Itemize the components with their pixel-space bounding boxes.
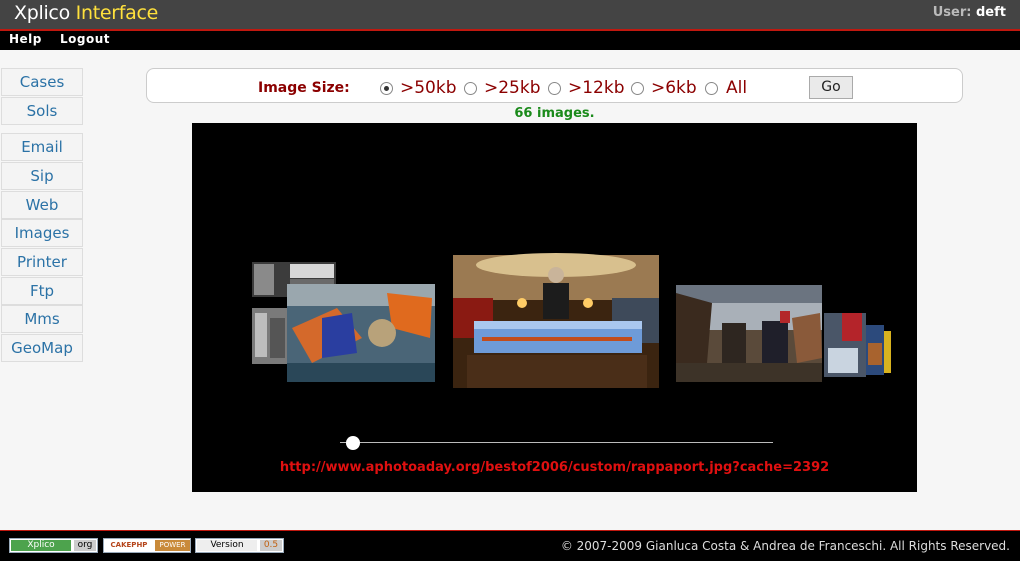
top-menu: Help Logout [0,31,1020,50]
go-button[interactable]: Go [809,76,853,99]
user-label: User: [932,5,972,20]
cakephp-badge-text: CAKEPHP [105,540,153,551]
image-size-filter: Image Size: >50kb >25kb >12kb >6kb All G… [146,68,963,103]
carousel-slider-handle[interactable] [346,436,360,450]
cakephp-badge-power: POWER [155,540,190,551]
radio-label-50kb[interactable]: >50kb [400,78,457,98]
sidebar-item-geomap[interactable]: GeoMap [1,334,83,362]
xplico-badge-text: Xplico [11,540,71,551]
image-size-label: Image Size: [258,80,350,96]
current-image-url[interactable]: http://www.aphotoaday.org/bestof2006/cus… [192,460,917,475]
copyright-text: © 2007-2009 Gianluca Costa & Andrea de F… [560,539,1010,553]
radio-50kb[interactable] [380,82,393,95]
radio-6kb[interactable] [631,82,644,95]
thumbnail-casket[interactable] [453,253,659,388]
carousel-slider-track[interactable] [340,442,773,443]
thumbnail-far-right-2[interactable] [866,325,884,375]
radio-25kb[interactable] [464,82,477,95]
sidebar-item-web[interactable]: Web [1,191,83,219]
xplico-badge-org: org [74,540,96,551]
app-header: Xplico Interface User: deft [0,0,1020,29]
xplico-org-badge[interactable]: Xplico org [9,538,98,553]
logout-link[interactable]: Logout [60,32,110,46]
sidebar-item-sols[interactable]: Sols [1,97,83,125]
user-name: deft [976,5,1006,20]
sidebar-item-sip[interactable]: Sip [1,162,83,190]
radio-all[interactable] [705,82,718,95]
app-logo: Xplico Interface [14,2,158,24]
sidebar-item-printer[interactable]: Printer [1,248,83,276]
sidebar-item-email[interactable]: Email [1,133,83,161]
user-info: User: deft [933,5,1006,20]
logo-accent-text: Interface [75,2,159,24]
sidebar-item-ftp[interactable]: Ftp [1,277,83,305]
image-count: 66 images. [514,106,595,121]
app-footer: Xplico org CAKEPHP POWER Version 0.5 © 2… [0,531,1020,561]
image-carousel [252,253,891,388]
cakephp-power-badge[interactable]: CAKEPHP POWER [103,538,191,553]
radio-label-6kb[interactable]: >6kb [651,78,697,98]
logo-main-text: Xplico [14,2,70,24]
thumbnail-far-left-bottom[interactable] [252,308,288,364]
version-badge-number: 0.5 [260,540,282,551]
sidebar-item-cases[interactable]: Cases [1,68,83,96]
thumbnail-fishing-boat[interactable] [287,284,435,382]
radio-12kb[interactable] [548,82,561,95]
sidebar-item-mms[interactable]: Mms [1,305,83,333]
sidebar-item-images[interactable]: Images [1,219,83,247]
radio-label-all[interactable]: All [726,78,747,98]
version-badge: Version 0.5 [195,538,284,553]
version-badge-label: Version [197,540,257,551]
image-flow-viewer: http://www.aphotoaday.org/bestof2006/cus… [192,123,917,492]
thumbnail-far-right-3[interactable] [884,331,891,373]
thumbnail-far-right-1[interactable] [824,313,866,377]
help-link[interactable]: Help [9,32,42,46]
radio-label-12kb[interactable]: >12kb [568,78,625,98]
thumbnail-horses[interactable] [676,285,822,382]
radio-label-25kb[interactable]: >25kb [484,78,541,98]
